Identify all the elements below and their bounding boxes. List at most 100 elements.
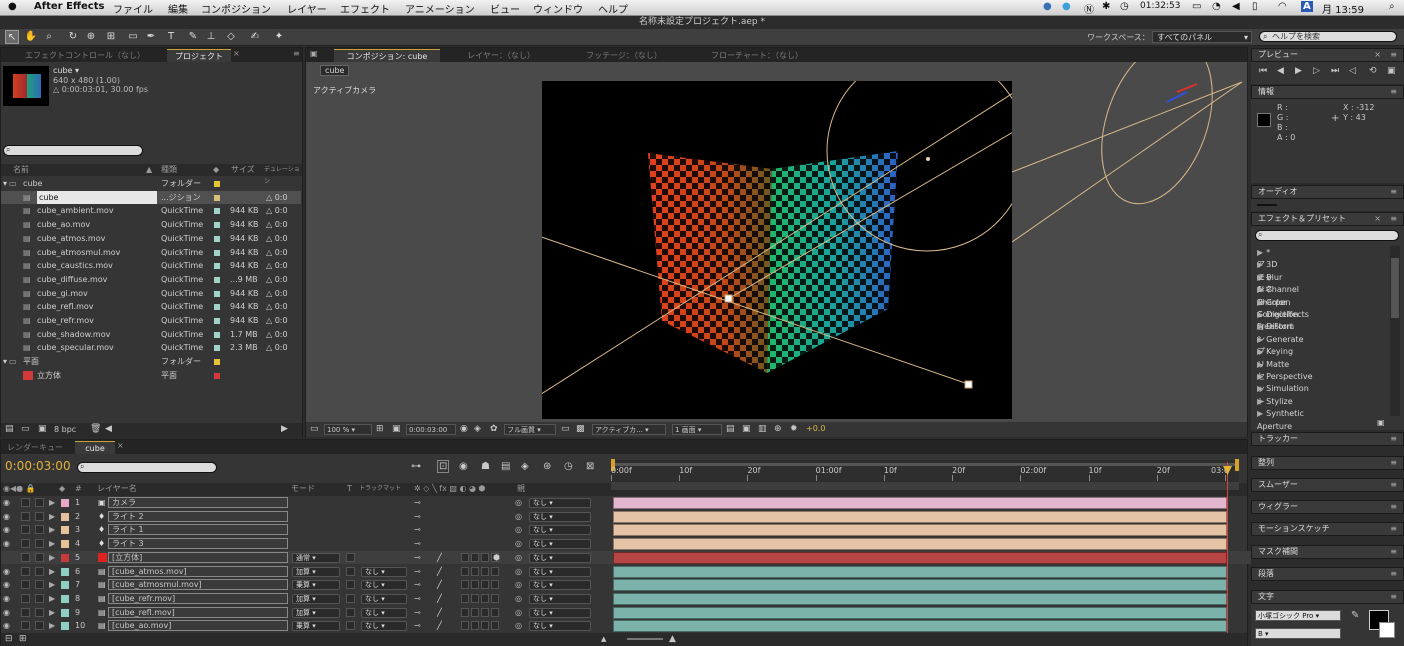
views-dropdown[interactable]: 1 画面 ▾ — [672, 424, 722, 435]
track-matte-dropdown[interactable]: なし ▾ — [361, 593, 407, 604]
project-item[interactable]: ▤ cube_shadow.mov QuickTime 1.7 MB △ 0:0 — [1, 328, 301, 342]
label-swatch[interactable] — [214, 359, 220, 366]
preserve-transparency-switch[interactable] — [346, 566, 355, 576]
lock-switch[interactable] — [35, 552, 44, 562]
layer-switch[interactable] — [491, 580, 499, 590]
light-handle[interactable] — [926, 157, 930, 161]
timeline-layer-row[interactable]: ◉ ▶ 3 ♦ ライト 1 ⊸ ◎ なし ▾ — [1, 523, 1251, 537]
wifi-icon[interactable]: ◠ — [1278, 1, 1287, 12]
effects-scroll-thumb[interactable] — [1391, 258, 1399, 318]
label-swatch[interactable] — [214, 194, 220, 201]
bpc-button[interactable]: 8 bpc — [54, 425, 76, 434]
layer-label-color[interactable] — [61, 594, 69, 603]
layer-name[interactable]: [cube_atmosmul.mov] — [108, 579, 288, 591]
disclosure-triangle-icon[interactable]: ▶ — [49, 551, 55, 565]
lock-switch[interactable] — [35, 580, 44, 590]
status-icon[interactable]: Ⓝ — [1084, 1, 1094, 16]
layer-switch[interactable] — [481, 580, 489, 590]
apple-icon[interactable]: ● — [8, 1, 17, 12]
zoom-out-icon[interactable]: ▲ — [601, 635, 606, 643]
col-name[interactable]: 名前 — [13, 164, 29, 176]
parent-dropdown[interactable]: なし ▾ — [529, 552, 591, 563]
pen-tool-icon[interactable]: ✒ — [144, 30, 158, 44]
panel-menu-icon[interactable]: ≡ — [1390, 501, 1397, 513]
track-matte-dropdown[interactable]: なし ▾ — [361, 566, 407, 577]
prev-frame-icon[interactable]: ◀ — [1277, 66, 1284, 76]
selection-tool-icon[interactable]: ↖ — [5, 30, 19, 44]
shy-switch[interactable]: ⊸ — [414, 523, 421, 537]
panel-menu-icon[interactable]: ≡ — [1390, 433, 1397, 445]
solo-switch[interactable] — [21, 607, 30, 617]
exposure-value[interactable]: +0.0 — [806, 424, 825, 433]
label-swatch[interactable] — [214, 235, 220, 242]
tab-layer[interactable]: レイヤー：（なし） — [456, 49, 546, 62]
layer-switch[interactable] — [481, 621, 489, 631]
project-item[interactable]: ▤ cube_refl.mov QuickTime 944 KB △ 0:0 — [1, 300, 301, 314]
col-t[interactable]: T — [347, 483, 352, 495]
layer-name[interactable]: [cube_refr.mov] — [108, 592, 288, 604]
timeline-layer-row[interactable]: ◉ ▶ 10 ▤ [cube_ao.mov] 乗算 ▾ なし ▾ ⊸ ╱ ◎ なし ▾ — [1, 619, 1251, 633]
zoom-in-icon[interactable]: ▲ — [669, 634, 676, 644]
light-target-2[interactable] — [964, 380, 973, 389]
disclosure-triangle-icon[interactable]: ▾ — [3, 355, 7, 369]
solo-switch[interactable] — [21, 539, 30, 549]
disclosure-triangle-icon[interactable]: ▾ — [3, 177, 7, 191]
pick-whip-icon[interactable]: ◎ — [515, 510, 522, 524]
layer-switch[interactable] — [481, 552, 489, 562]
new-preset-icon[interactable]: ▣ — [1377, 418, 1385, 427]
quality-switch[interactable]: ╱ — [437, 592, 442, 606]
project-search-input[interactable]: ⌕ — [3, 145, 143, 156]
effect-category[interactable]: ▶ Blur & Sharpen — [1257, 272, 1290, 307]
label-swatch[interactable] — [214, 318, 220, 324]
type-tool-icon[interactable]: T — [164, 30, 178, 44]
timeline-layer-row[interactable]: ◉ ▶ 6 ▤ [cube_atmos.mov] 加算 ▾ なし ▾ ⊸ ╱ ◎ なし ▾ — [1, 565, 1251, 579]
expand-switches-icon[interactable]: ⊟ — [5, 634, 13, 644]
comp-viewer[interactable] — [542, 81, 1012, 419]
track-matte-dropdown[interactable]: なし ▾ — [361, 580, 407, 591]
panel-menu-icon[interactable]: ≡ — [293, 49, 300, 58]
col-layer-name[interactable]: レイヤー名 — [97, 483, 137, 495]
menu-animation[interactable]: アニメーション — [405, 1, 475, 16]
timeline-layer-row[interactable]: ▶ 5 [立方体] 通常 ▾ ⊸ ╱ ⬢ ◎ なし ▾ — [1, 550, 1251, 565]
timeline-layer-row[interactable]: ◉ ▶ 8 ▤ [cube_refr.mov] 加算 ▾ なし ▾ ⊸ ╱ ◎ なし ▾ — [1, 592, 1251, 606]
live-update-icon[interactable]: ⊡ — [437, 460, 450, 473]
project-item[interactable]: ▤ cube ...ジション △ 0:0 — [1, 190, 301, 205]
timeline-search-input[interactable]: ⌕ — [77, 462, 217, 473]
visibility-eye-icon[interactable]: ◉ — [3, 496, 10, 510]
layer-switch[interactable] — [471, 552, 479, 562]
project-item[interactable]: ▤ cube_atmos.mov QuickTime 944 KB △ 0:0 — [1, 232, 301, 246]
tab-project[interactable]: プロジェクト — [167, 49, 231, 62]
lock-switch[interactable] — [35, 511, 44, 521]
visibility-eye-icon[interactable]: ◉ — [3, 578, 10, 592]
disclosure-triangle-icon[interactable]: ▶ — [49, 619, 55, 633]
timeline-layer-row[interactable]: ◉ ▶ 1 ▣ カメラ ⊸ ◎ なし ▾ — [1, 496, 1251, 510]
layer-label-color[interactable] — [61, 622, 69, 631]
layer-duration-bar[interactable] — [613, 538, 1227, 551]
close-icon[interactable]: × — [117, 441, 124, 450]
shy-switch[interactable]: ⊸ — [414, 592, 421, 606]
layer-duration-bar[interactable] — [613, 579, 1227, 592]
layer-switch[interactable] — [471, 621, 479, 631]
layer-name[interactable]: [cube_ao.mov] — [108, 620, 288, 632]
3d-layer-icon[interactable]: ⬢ — [493, 551, 500, 565]
timemachine-icon[interactable]: ◔ — [1212, 1, 1221, 12]
layer-duration-bar[interactable] — [613, 510, 1227, 523]
help-search-input[interactable]: ⌕ ヘルプを検索 — [1259, 31, 1397, 42]
close-icon[interactable]: × — [1374, 49, 1381, 61]
effect-category[interactable]: ▶ Color Correction — [1257, 297, 1298, 319]
panel-menu-icon[interactable]: ≡ — [1390, 591, 1397, 603]
pick-whip-icon[interactable]: ◎ — [515, 619, 522, 633]
layer-duration-bar[interactable] — [613, 497, 1227, 509]
layer-switch[interactable] — [481, 607, 489, 617]
panel-menu-icon[interactable]: ≡ — [1390, 546, 1397, 558]
comp-breadcrumb[interactable]: cube — [320, 65, 350, 76]
solo-switch[interactable] — [21, 511, 30, 521]
puppet-tool-icon[interactable]: ✦ — [272, 30, 286, 44]
menu-effect[interactable]: エフェクト — [340, 1, 390, 16]
skype-icon[interactable]: ● — [1043, 1, 1052, 12]
layer-switch[interactable] — [471, 580, 479, 590]
workspace-dropdown[interactable]: すべてのパネル ▾ — [1152, 31, 1252, 43]
twitter-icon[interactable]: ● — [1062, 1, 1071, 12]
disclosure-triangle-icon[interactable]: ▶ — [49, 565, 55, 579]
panel-menu-icon[interactable]: ≡ — [1390, 457, 1397, 469]
